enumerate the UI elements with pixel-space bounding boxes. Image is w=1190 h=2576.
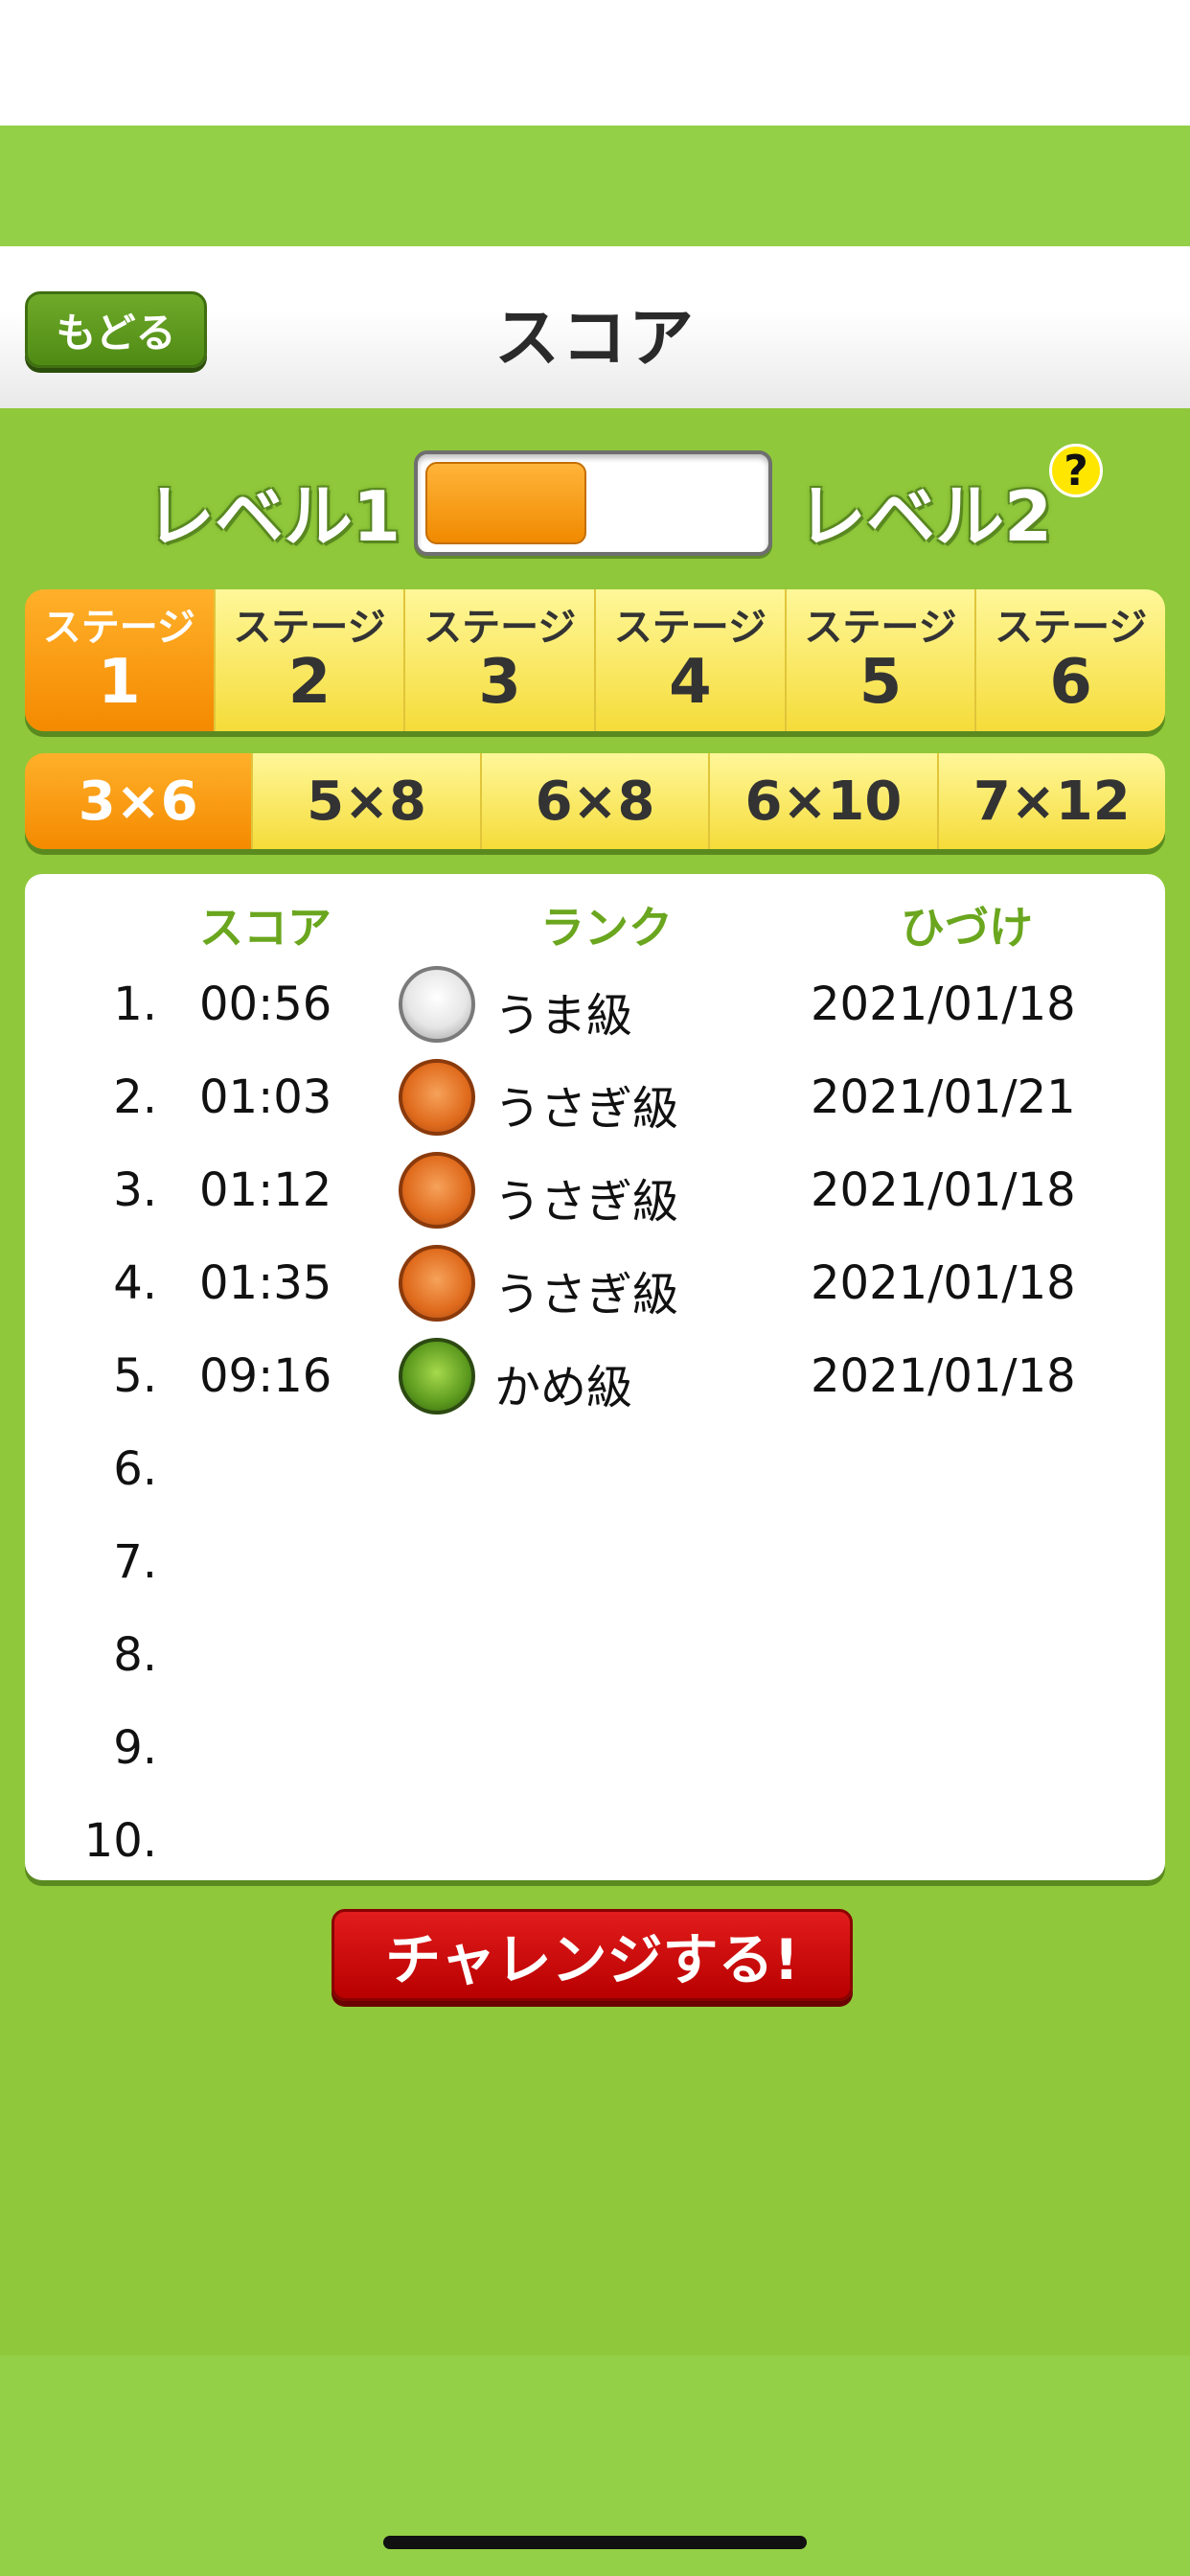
score-row: 6. <box>25 1425 1165 1518</box>
row-rank-number: 2. <box>113 1070 157 1124</box>
score-row: 2. 01:03 うさぎ級 2021/01/21 <box>25 1053 1165 1146</box>
tab-stage-1[interactable]: ステージ 1 <box>25 589 216 731</box>
stage-tab-number: 1 <box>98 647 141 718</box>
stage-tab-number: 5 <box>858 647 903 718</box>
top-banner <box>0 126 1190 246</box>
challenge-button[interactable]: チャレンジする! <box>332 1909 853 2001</box>
grid-size-tabs: 3×6 5×8 6×8 6×10 7×12 <box>25 753 1165 849</box>
stage-tab-number: 4 <box>669 647 712 718</box>
grid-tab-label: 6×8 <box>535 770 655 833</box>
row-date: 2021/01/18 <box>811 1163 1076 1217</box>
row-date: 2021/01/21 <box>811 1070 1076 1124</box>
stage-tab-label: ステージ <box>42 606 195 650</box>
scores-panel: スコア ランク ひづけ 1. 00:56 うま級 2021/01/18 2. 01:03 う… <box>25 874 1165 1880</box>
stage-tab-number: 6 <box>1049 647 1092 718</box>
score-row: 5. 09:16 かめ級 2021/01/18 <box>25 1332 1165 1425</box>
grid-tab-label: 5×8 <box>307 770 427 833</box>
row-rank-name: かめ級 <box>494 1361 633 1414</box>
date-column-header: ひづけ <box>901 902 1033 954</box>
level-1-label[interactable]: レベル1 <box>146 460 400 561</box>
row-rank-number: 4. <box>113 1256 157 1310</box>
rabbit-medal-icon <box>399 1245 475 1322</box>
page-title: スコア <box>493 301 696 377</box>
row-rank-number: 10. <box>83 1814 157 1868</box>
tab-stage-2[interactable]: ステージ 2 <box>215 589 406 731</box>
help-icon[interactable]: ? <box>1049 444 1103 497</box>
row-date: 2021/01/18 <box>811 1256 1076 1310</box>
score-row: 9. <box>25 1704 1165 1797</box>
tab-stage-6[interactable]: ステージ 6 <box>976 589 1165 731</box>
header-bar: もどる スコア <box>0 246 1190 408</box>
rank-column-header: ランク <box>540 902 673 954</box>
stage-tab-label: ステージ <box>804 606 957 650</box>
row-score-time: 09:16 <box>199 1349 332 1403</box>
row-score-time: 00:56 <box>199 978 332 1031</box>
grid-tab-label: 3×6 <box>78 770 198 833</box>
grid-tab-label: 7×12 <box>973 770 1131 833</box>
row-rank-number: 8. <box>113 1628 157 1682</box>
level-toggle-knob[interactable] <box>425 462 586 544</box>
tab-stage-5[interactable]: ステージ 5 <box>786 589 977 731</box>
turtle-medal-icon <box>399 1338 475 1414</box>
score-row: 7. <box>25 1518 1165 1611</box>
score-row: 8. <box>25 1611 1165 1704</box>
rabbit-medal-icon <box>399 1059 475 1136</box>
score-column-header: スコア <box>199 902 332 954</box>
level-2-label[interactable]: レベル2 <box>797 460 1052 561</box>
row-score-time: 01:03 <box>199 1070 332 1124</box>
tab-grid-1[interactable]: 3×6 <box>25 753 254 849</box>
rabbit-medal-icon <box>399 1152 475 1229</box>
row-rank-number: 3. <box>113 1163 157 1217</box>
score-row: 4. 01:35 うさぎ級 2021/01/18 <box>25 1239 1165 1332</box>
tab-grid-3[interactable]: 6×8 <box>481 753 711 849</box>
row-rank-name: うさぎ級 <box>494 1082 679 1136</box>
horse-medal-icon <box>399 966 475 1043</box>
grid-tab-label: 6×10 <box>744 770 903 833</box>
tab-grid-4[interactable]: 6×10 <box>710 753 939 849</box>
stage-tabs: ステージ 1 ステージ 2 ステージ 3 ステージ 4 ステージ 5 ステージ 6 <box>25 589 1165 731</box>
row-rank-name: うま級 <box>494 989 633 1043</box>
row-rank-name: うさぎ級 <box>494 1175 679 1229</box>
tab-grid-2[interactable]: 5×8 <box>253 753 482 849</box>
score-row: 3. 01:12 うさぎ級 2021/01/18 <box>25 1146 1165 1239</box>
stage-tab-number: 2 <box>287 647 332 718</box>
home-indicator <box>383 2536 807 2549</box>
row-rank-number: 6. <box>113 1442 157 1496</box>
row-date: 2021/01/18 <box>811 978 1076 1031</box>
tab-stage-3[interactable]: ステージ 3 <box>405 589 597 731</box>
row-rank-number: 5. <box>113 1349 157 1403</box>
row-score-time: 01:12 <box>199 1163 332 1217</box>
row-rank-number: 7. <box>113 1535 157 1589</box>
score-row: 10. <box>25 1797 1165 1890</box>
row-rank-name: うさぎ級 <box>494 1268 679 1322</box>
score-row: 1. 00:56 うま級 2021/01/18 <box>25 960 1165 1053</box>
level-toggle[interactable] <box>414 450 772 556</box>
stage-tab-label: ステージ <box>423 606 577 650</box>
stage-tab-number: 3 <box>478 647 521 718</box>
row-rank-number: 1. <box>113 978 157 1031</box>
stage-tab-label: ステージ <box>995 606 1148 650</box>
row-date: 2021/01/18 <box>811 1349 1076 1403</box>
status-bar <box>0 0 1190 126</box>
row-rank-number: 9. <box>113 1721 157 1775</box>
tab-stage-4[interactable]: ステージ 4 <box>596 589 787 731</box>
row-score-time: 01:35 <box>199 1256 332 1310</box>
stage-tab-label: ステージ <box>613 606 767 650</box>
tab-grid-5[interactable]: 7×12 <box>938 753 1165 849</box>
stage-tab-label: ステージ <box>233 606 386 650</box>
